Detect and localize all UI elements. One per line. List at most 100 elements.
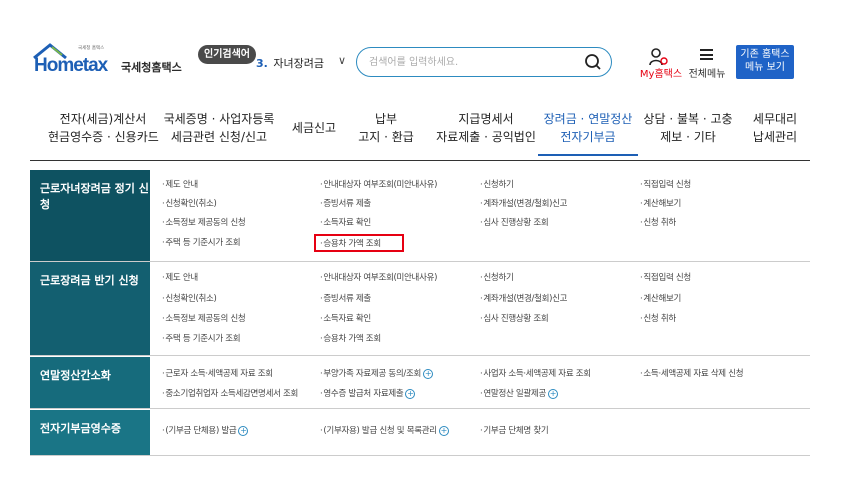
old-home-line2: 메뉴 보기: [745, 62, 785, 73]
logo-korean: 국세청홈택스: [121, 61, 182, 74]
nav-incentives[interactable]: 장려금 · 연말정산전자기부금: [538, 110, 638, 146]
section-earned-income-regular: 근로자녀장려금 정기 신청 제도 안내 신청확인(취소) 소득정보 제공동의 신…: [30, 170, 810, 262]
menu-link[interactable]: 신청하기: [480, 271, 513, 283]
menu-link[interactable]: 신청확인(취소): [162, 292, 216, 304]
menu-link[interactable]: 증빙서류 제출: [320, 197, 371, 209]
menu-link[interactable]: 영수증 발급처 자료제출+: [320, 387, 416, 399]
nav-line1: 납부: [374, 112, 398, 126]
menu-link[interactable]: 신청하기: [480, 178, 513, 190]
menu-link-text: (기부자용) 발급 신청 및 목록관리: [323, 426, 437, 436]
section-e-donation-receipt: 전자기부금영수증 (기부금 단체용) 발급+ (기부자용) 발급 신청 및 목록…: [30, 410, 810, 456]
menu-link-text: 연말정산 일괄제공: [483, 389, 546, 399]
all-menu-label: 전체메뉴: [688, 69, 726, 80]
menu-link[interactable]: 계좌개설(변경/철회)신고: [480, 197, 567, 209]
nav-line2: 제보 · 기타: [660, 130, 716, 144]
menu-link[interactable]: 주택 등 기준시가 조회: [162, 236, 240, 248]
search-icon[interactable]: [583, 52, 603, 72]
menu-link[interactable]: 소득정보 제공동의 신청: [162, 216, 245, 228]
nav-line1: 국세증명 · 사업자등록: [163, 112, 275, 126]
logo-tagline: 국세청 홈택스: [78, 46, 105, 51]
nav-line1: 세금신고: [291, 121, 337, 135]
menu-link[interactable]: 소득·세액공제 자료 삭제 신청: [640, 367, 743, 379]
nav-line1: 장려금 · 연말정산: [543, 112, 633, 126]
section-title: 근로장려금 반기 신청: [30, 262, 150, 355]
menu-link[interactable]: 안내대상자 여부조회(미안내사유): [320, 271, 437, 283]
nav-consulting[interactable]: 상담 · 불복 · 고충 제보 · 기타: [638, 110, 738, 146]
menu-link[interactable]: 심사 진행상황 조회: [480, 216, 548, 228]
search-input[interactable]: [369, 53, 569, 71]
nav-divider: [30, 160, 810, 161]
menu-link[interactable]: 사업자 소득·세액공제 자료 조회: [480, 367, 591, 379]
popular-keyword-rank: 3.: [256, 57, 268, 70]
search-box: [356, 47, 612, 77]
menu-link[interactable]: 연말정산 일괄제공+: [480, 387, 558, 399]
menu-link[interactable]: 부양가족 자료제공 동의/조회+: [320, 367, 434, 379]
plus-circle-icon[interactable]: +: [405, 388, 416, 399]
section-year-end-settlement: 연말정산간소화 근로자 소득·세액공제 자료 조회 중소기업취업자 소득세감면명…: [30, 357, 810, 409]
chevron-down-icon[interactable]: ∨: [338, 54, 346, 67]
menu-link[interactable]: 직접입력 신청: [640, 178, 691, 190]
my-hometax-label: My홈택스: [639, 69, 683, 80]
user-icon: [649, 48, 668, 66]
nav-e-invoice[interactable]: 전자(세금)계산서현금영수증 · 신용카드: [48, 110, 159, 146]
menu-link[interactable]: 신청 취하: [640, 312, 676, 324]
main-nav: 전자(세금)계산서현금영수증 · 신용카드 국세증명 · 사업자등록 세금관련 신…: [40, 110, 810, 154]
plus-circle-icon[interactable]: +: [238, 425, 249, 436]
menu-link-text: (기부금 단체용) 발급: [165, 426, 237, 436]
logo-text: Hometax: [34, 55, 108, 76]
nav-line2: 납세관리: [752, 130, 798, 144]
menu-link-text: 부양가족 자료제공 동의/조회: [323, 369, 422, 379]
menu-link[interactable]: 근로자 소득·세액공제 자료 조회: [162, 367, 273, 379]
nav-line2: 고지 · 환급: [358, 130, 414, 144]
nav-line2: 자료제출 · 공익법인: [436, 130, 536, 144]
nav-payment[interactable]: 납부고지 · 환급: [346, 110, 426, 146]
nav-line2: 전자기부금: [560, 130, 616, 144]
menu-link[interactable]: 소득정보 제공동의 신청: [162, 312, 245, 324]
nav-payment-statements[interactable]: 지급명세서자료제출 · 공익법인: [426, 110, 546, 146]
menu-link[interactable]: 주택 등 기준시가 조회: [162, 332, 240, 344]
menu-link[interactable]: (기부금 단체용) 발급+: [162, 424, 249, 436]
menu-link[interactable]: 심사 진행상황 조회: [480, 312, 548, 324]
nav-certificates[interactable]: 국세증명 · 사업자등록 세금관련 신청/신고: [158, 110, 280, 146]
menu-link[interactable]: 계산해보기: [640, 292, 681, 304]
old-hometax-menu-button[interactable]: 기존 홈택스 메뉴 보기: [736, 45, 794, 79]
menu-link[interactable]: (기부자용) 발급 신청 및 목록관리+: [320, 424, 449, 436]
nav-active-indicator: [538, 154, 638, 156]
menu-link[interactable]: 기부금 단체명 찾기: [480, 424, 548, 436]
nav-line1: 전자(세금)계산서: [59, 112, 147, 126]
menu-link[interactable]: 제도 안내: [162, 271, 198, 283]
plus-circle-icon[interactable]: +: [438, 425, 449, 436]
all-menu-button[interactable]: 전체메뉴: [687, 46, 727, 80]
section-title: 연말정산간소화: [30, 357, 150, 408]
menu-link-text: 영수증 발급처 자료제출: [323, 389, 404, 399]
menu-link[interactable]: 중소기업취업자 소득세감면명세서 조회: [162, 387, 298, 399]
menu-link[interactable]: 안내대상자 여부조회(미안내사유): [320, 178, 437, 190]
nav-line1: 세무대리: [752, 112, 798, 126]
section-title: 근로자녀장려금 정기 신청: [30, 170, 150, 261]
plus-circle-icon[interactable]: +: [423, 368, 434, 379]
menu-link[interactable]: 계산해보기: [640, 197, 681, 209]
highlight-box: [314, 234, 404, 252]
menu-link[interactable]: 증빙서류 제출: [320, 292, 371, 304]
menu-link[interactable]: 계좌개설(변경/철회)신고: [480, 292, 567, 304]
popular-keyword[interactable]: 3. 자녀장려금: [256, 55, 324, 71]
menu-link[interactable]: 신청 취하: [640, 216, 676, 228]
menu-link[interactable]: 승용차 가액 조회: [320, 332, 381, 344]
popular-keyword-text: 자녀장려금: [273, 57, 324, 70]
hamburger-icon: [700, 49, 713, 60]
menu-link[interactable]: 제도 안내: [162, 178, 198, 190]
my-hometax-button[interactable]: My홈택스: [639, 46, 683, 80]
menu-link[interactable]: 소득자료 확인: [320, 216, 371, 228]
section-title: 전자기부금영수증: [30, 410, 150, 455]
nav-tax-agent[interactable]: 세무대리납세관리: [740, 110, 810, 146]
nav-line1: 지급명세서: [458, 112, 514, 126]
hometax-logo[interactable]: 국세청 홈택스 Hometax 국세청홈택스: [32, 42, 182, 76]
menu-link[interactable]: 직접입력 신청: [640, 271, 691, 283]
nav-line2: 현금영수증 · 신용카드: [48, 130, 159, 144]
popular-search-badge: 인기검색어: [198, 45, 256, 64]
plus-circle-icon[interactable]: +: [547, 388, 558, 399]
old-home-line1: 기존 홈택스: [740, 49, 790, 60]
nav-tax-return[interactable]: 세금신고: [282, 119, 346, 137]
menu-link[interactable]: 소득자료 확인: [320, 312, 371, 324]
menu-link[interactable]: 신청확인(취소): [162, 197, 216, 209]
